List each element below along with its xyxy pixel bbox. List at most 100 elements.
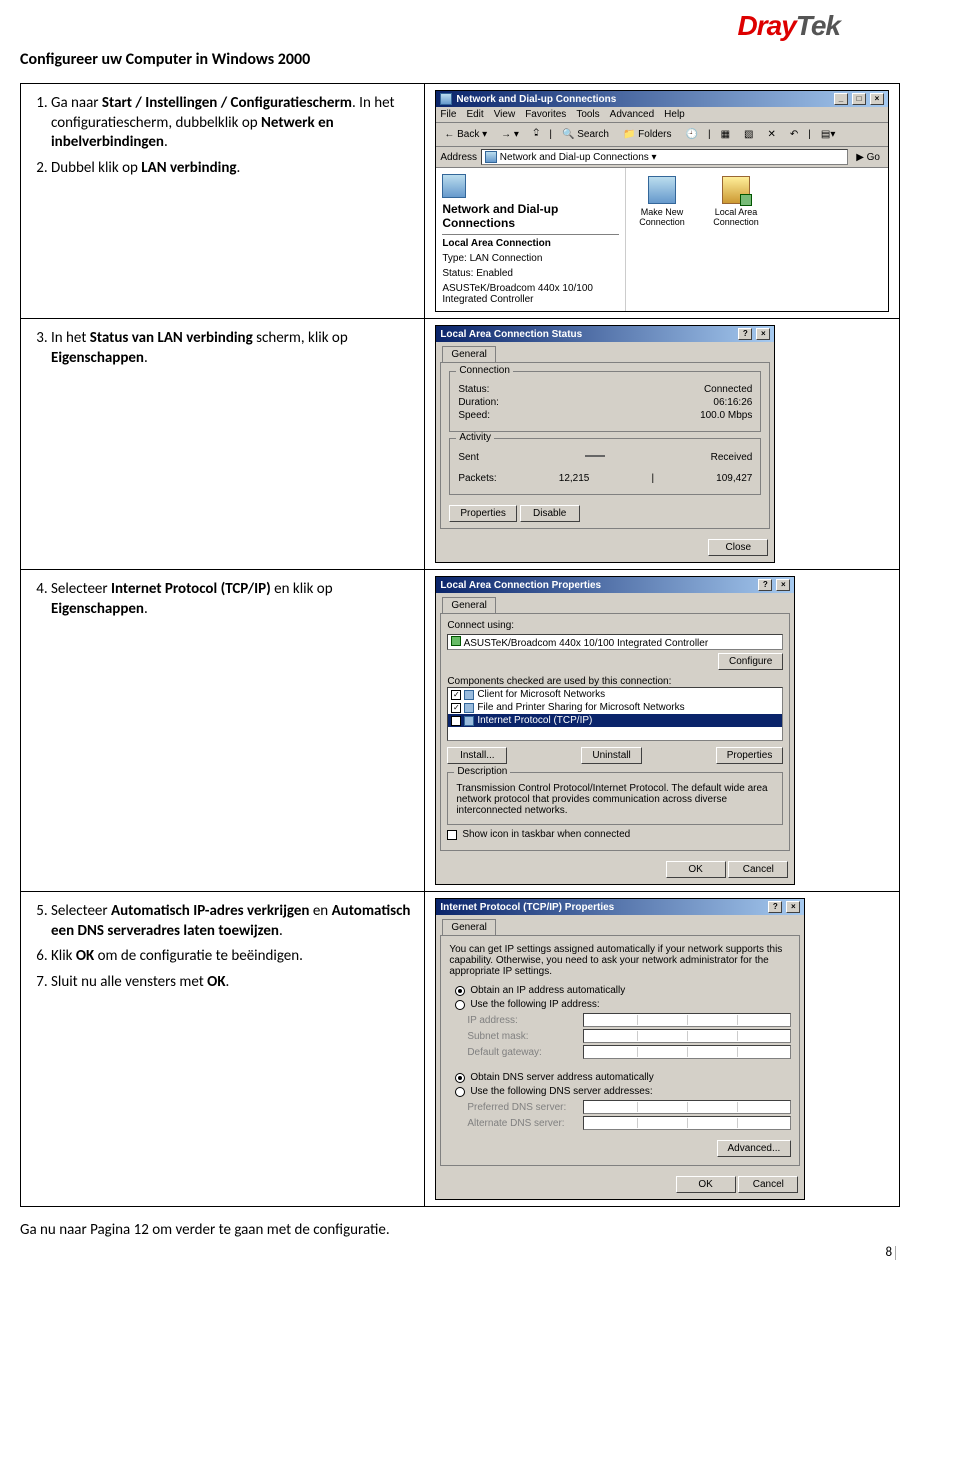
undo-icon[interactable]: ↶	[786, 128, 802, 141]
properties-button[interactable]: Properties	[449, 505, 517, 522]
packets-received: 109,427	[716, 473, 752, 484]
logo-part1: Dray	[738, 10, 796, 41]
duration-value: 06:16:26	[713, 397, 752, 408]
radio-static-dns[interactable]: Use the following DNS server addresses:	[455, 1086, 791, 1097]
install-button[interactable]: Install...	[447, 747, 507, 764]
step-6: Klik OK om de configuratie te beëindigen…	[51, 947, 414, 967]
protocol-icon	[464, 716, 474, 726]
preferred-dns-field: Preferred DNS server:	[467, 1100, 791, 1114]
activity-icon	[585, 449, 605, 465]
show-icon-checkbox[interactable]	[447, 830, 457, 840]
address-input[interactable]: Network and Dial-up Connections ▾	[481, 149, 848, 165]
components-listbox[interactable]: ✓Client for Microsoft Networks ✓File and…	[447, 687, 783, 741]
info-pane-title: Network and Dial-up Connections	[442, 202, 619, 230]
radio-auto-dns[interactable]: Obtain DNS server address automatically	[455, 1072, 791, 1083]
explorer-window: Network and Dial-up Connections _ □ × Fi…	[435, 90, 889, 312]
cancel-button[interactable]: Cancel	[728, 861, 788, 878]
radio-static-ip[interactable]: Use the following IP address:	[455, 999, 791, 1010]
step-1: Ga naar Start / Instellingen / Configura…	[51, 94, 414, 153]
menu-edit[interactable]: Edit	[466, 109, 483, 120]
step-7: Sluit nu alle vensters met OK.	[51, 973, 414, 993]
disable-button[interactable]: Disable	[520, 505, 580, 522]
screenshot-cell-lac-props: Local Area Connection Properties ? × Gen…	[425, 570, 900, 892]
tcpip-titlebar[interactable]: Internet Protocol (TCP/IP) Properties ? …	[436, 899, 804, 915]
delete-icon[interactable]: ✕	[764, 128, 780, 141]
checkbox-icon[interactable]: ✓	[451, 690, 461, 700]
connect-using-label: Connect using:	[447, 620, 783, 631]
advanced-button[interactable]: Advanced...	[717, 1140, 792, 1157]
checkbox-icon[interactable]: ✓	[451, 716, 461, 726]
menu-favorites[interactable]: Favorites	[525, 109, 566, 120]
local-area-connection-icon[interactable]: Local Area Connection	[708, 176, 764, 227]
lan-icon	[722, 176, 750, 204]
folder-large-icon	[442, 174, 466, 198]
radio-auto-ip[interactable]: Obtain an IP address automatically	[455, 985, 791, 996]
menu-help[interactable]: Help	[664, 109, 685, 120]
alternate-dns-field: Alternate DNS server:	[467, 1116, 791, 1130]
tab-general[interactable]: General	[442, 346, 496, 362]
step-cell-3: In het Status van LAN verbinding scherm,…	[21, 319, 425, 570]
close-icon[interactable]: ×	[756, 328, 770, 340]
group-connection: Connection Status:Connected Duration:06:…	[449, 371, 761, 432]
folders-button[interactable]: 📁 Folders	[619, 128, 676, 141]
lac-status-titlebar[interactable]: Local Area Connection Status ? ×	[436, 326, 774, 342]
radio-icon	[455, 1073, 465, 1083]
help-icon[interactable]: ?	[738, 328, 752, 340]
group-description: Description Transmission Control Protoco…	[447, 772, 783, 825]
step-5: Selecteer Automatisch IP-adres verkrijge…	[51, 902, 414, 941]
group-activity: Activity Sent Received Packets: 12,215 |…	[449, 438, 761, 495]
up-button[interactable]: ⮸	[529, 125, 543, 144]
cancel-button[interactable]: Cancel	[738, 1176, 798, 1193]
step-4: Selecteer Internet Protocol (TCP/IP) en …	[51, 580, 414, 619]
close-button[interactable]: Close	[708, 539, 768, 556]
help-icon[interactable]: ?	[768, 901, 782, 913]
menu-view[interactable]: View	[494, 109, 516, 120]
explorer-toolbar: ← Back ▾ → ▾ ⮸ | 🔍 Search 📁 Folders 🕘 | …	[436, 123, 888, 147]
history-icon[interactable]: 🕘	[682, 128, 702, 141]
close-icon[interactable]: ×	[870, 93, 884, 105]
minimize-icon[interactable]: _	[834, 93, 848, 105]
lac-properties-window: Local Area Connection Properties ? × Gen…	[435, 576, 795, 885]
moveto-icon[interactable]: ▦	[717, 128, 734, 141]
tab-general[interactable]: General	[442, 597, 496, 613]
description-text: Transmission Control Protocol/Internet P…	[456, 783, 774, 816]
explorer-title: Network and Dial-up Connections	[456, 94, 616, 105]
info-nic: ASUSTeK/Broadcom 440x 10/100 Integrated …	[442, 283, 619, 305]
uninstall-button[interactable]: Uninstall	[581, 747, 641, 764]
copyto-icon[interactable]: ▧	[740, 128, 757, 141]
maximize-icon[interactable]: □	[852, 93, 866, 105]
close-icon[interactable]: ×	[776, 579, 790, 591]
fileshare-icon	[464, 703, 474, 713]
lac-status-title: Local Area Connection Status	[440, 329, 582, 340]
make-new-connection-icon[interactable]: Make New Connection	[634, 176, 690, 227]
packets-sent: 12,215	[559, 473, 590, 484]
menu-advanced[interactable]: Advanced	[610, 109, 654, 120]
step-cell-5-6-7: Selecteer Automatisch IP-adres verkrijge…	[21, 892, 425, 1207]
instruction-table: Ga naar Start / Instellingen / Configura…	[20, 83, 900, 1207]
speed-value: 100.0 Mbps	[700, 410, 752, 421]
tcpip-title: Internet Protocol (TCP/IP) Properties	[440, 902, 614, 913]
go-button[interactable]: ▶ Go	[852, 151, 884, 164]
checkbox-icon[interactable]: ✓	[451, 703, 461, 713]
back-button[interactable]: ← Back ▾	[440, 128, 491, 141]
client-icon	[464, 690, 474, 700]
explorer-titlebar[interactable]: Network and Dial-up Connections _ □ ×	[436, 91, 888, 107]
lac-props-titlebar[interactable]: Local Area Connection Properties ? ×	[436, 577, 794, 593]
ok-button[interactable]: OK	[676, 1176, 736, 1193]
search-button[interactable]: 🔍 Search	[558, 128, 613, 141]
status-value: Connected	[704, 384, 752, 395]
configure-button[interactable]: Configure	[718, 653, 783, 670]
footer-note: Ga nu naar Pagina 12 om verder te gaan m…	[20, 1221, 900, 1239]
step-3: In het Status van LAN verbinding scherm,…	[51, 329, 414, 368]
page-number: 8	[20, 1245, 900, 1260]
tab-general[interactable]: General	[442, 919, 496, 935]
ok-button[interactable]: OK	[666, 861, 726, 878]
menu-tools[interactable]: Tools	[576, 109, 599, 120]
properties-button[interactable]: Properties	[716, 747, 784, 764]
close-icon[interactable]: ×	[786, 901, 800, 913]
menu-file[interactable]: File	[440, 109, 456, 120]
forward-button[interactable]: → ▾	[497, 128, 523, 141]
views-icon[interactable]: ▤▾	[817, 128, 839, 141]
help-icon[interactable]: ?	[758, 579, 772, 591]
step-cell-1-2: Ga naar Start / Instellingen / Configura…	[21, 84, 425, 319]
